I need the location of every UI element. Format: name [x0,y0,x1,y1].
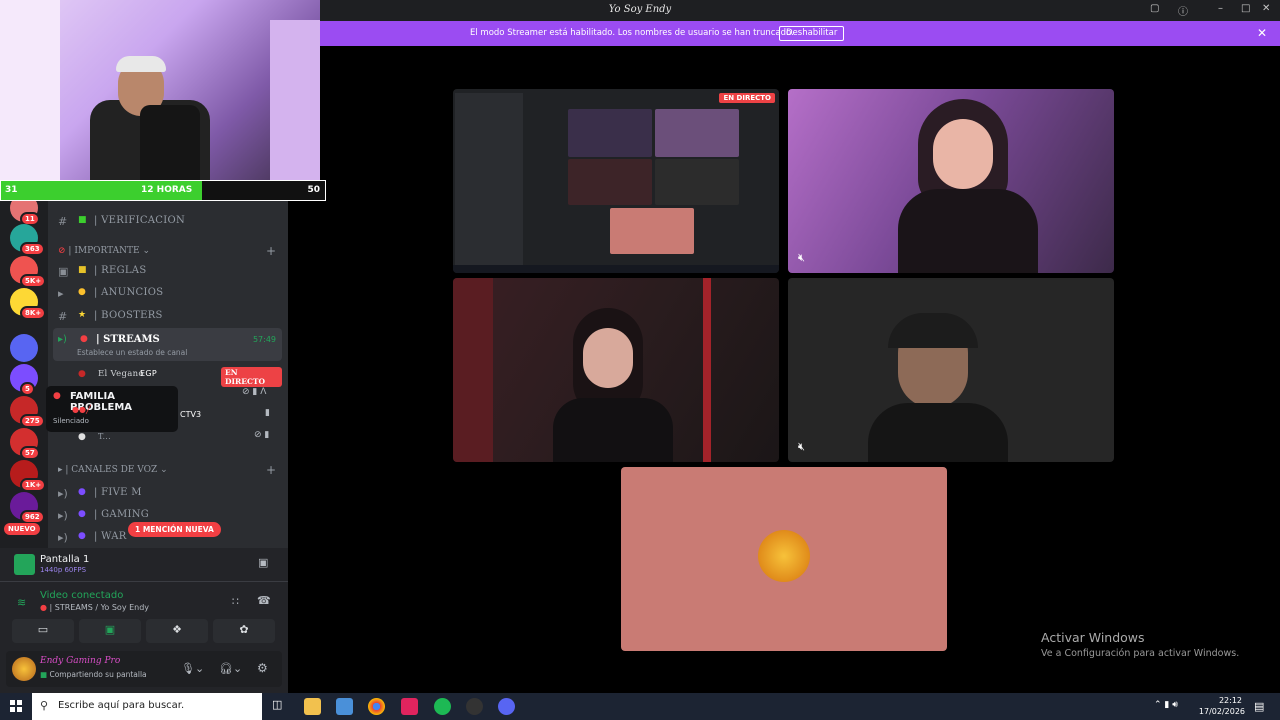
app-a-icon[interactable] [401,698,418,715]
screen-share-tile[interactable]: EN DIRECTO [453,89,779,273]
noise-suppression-icon[interactable]: ∷ [232,595,239,608]
search-icon: ⚲ [40,699,49,712]
camera-off-button[interactable]: ▭ [12,619,74,643]
mic-muted-icon: 🔇︎ [798,251,805,264]
mention-count-badge: 5 [20,382,35,396]
voice-user-1[interactable]: ● El Vegano EGP EN DIRECTO [78,366,282,387]
voice-user-2-tag: CTV3 [180,410,202,419]
user-status-icons: ⊘ ▮ Λ [242,387,267,397]
mention-count-badge: 1K+ [20,478,47,492]
camera-off-icon: ▭ [37,623,49,636]
voice-user-3[interactable]: ● T... [78,429,282,449]
new-mention-badge[interactable]: 1 MENCIÓN NUEVA [128,522,221,537]
mention-count-badge: 363 [20,242,45,256]
store-icon[interactable] [336,698,353,715]
close-button[interactable]: ✕ [1262,3,1270,14]
share-screen-icon: ▣ [104,623,116,636]
avatar [758,530,810,582]
windows-taskbar: ⚲ Escribe aquí para buscar. ◫ ⌃ ▮ 🔊︎ 22:… [0,693,1280,720]
task-view-icon[interactable]: ◫ [272,698,289,715]
obs-icon[interactable] [466,698,483,715]
live-badge: EN DIRECTO [719,93,775,103]
activities-button[interactable]: ❖ [146,619,208,643]
minimize-button[interactable]: – [1218,3,1223,14]
inbox-icon[interactable]: ▢ [1150,3,1159,14]
maximize-button[interactable]: □ [1241,3,1250,14]
streamer-webcam [0,0,320,180]
notifications-icon[interactable]: ▤ [1254,700,1264,713]
voice-channel: ● | STREAMS / Yo Soy Endy [40,603,150,612]
user-status: ■ Compartiendo su pantalla [40,670,147,679]
screen-avatar-tile[interactable] [621,467,947,651]
chrome-icon[interactable] [368,698,385,715]
add-channel-icon[interactable]: + [266,244,276,258]
channel-fivem[interactable]: ▸) ● | FIVE M [58,484,282,504]
soundboard-icon: ✿ [239,623,249,636]
share-screen-button[interactable]: ▣ [79,619,141,643]
channel-streams[interactable]: ▸) ● | STREAMS 57:49 Establece un estado… [53,328,282,361]
subathon-right-count: 50 [307,185,320,195]
video-stage: EN DIRECTO 🔇︎ 🔇︎ Activar Windows Ve a Co… [320,46,1280,693]
mic-muted-icon: 🔇︎ [798,440,805,453]
banner-message: El modo Streamer está habilitado. Los no… [470,28,794,38]
stop-sharing-icon[interactable]: ▣ [258,556,268,569]
soundboard-button[interactable]: ✿ [213,619,275,643]
disconnect-icon[interactable]: ☎ [257,594,271,607]
activities-icon: ❖ [172,623,182,636]
clock-time[interactable]: 22:12 [1204,696,1242,705]
disable-streamer-button[interactable]: Deshabilitar [779,26,845,41]
clock-date[interactable]: 17/02/2026 [1197,707,1245,716]
mention-count-badge: 5K+ [20,274,47,288]
taskbar-search[interactable]: ⚲ Escribe aquí para buscar. [32,693,262,720]
discord-icon[interactable] [498,698,515,715]
avatar[interactable] [12,657,36,681]
voice-status[interactable]: Video conectado [40,590,123,601]
category-importante[interactable]: ⊘ | IMPORTANTE ⌄ [58,246,150,256]
activate-windows-title: Activar Windows [1041,630,1145,645]
channel-verificacion[interactable]: # ■ | VERIFICACION [58,212,282,232]
channel-list: # ■ | VERIFICACION ⊘ | IMPORTANTE ⌄ + ▣ ■ | … [48,180,288,548]
channel-boosters[interactable]: # ★ | BOOSTERS [58,307,282,327]
settings-gear-icon[interactable]: ⚙ [257,661,268,675]
close-banner-icon[interactable]: ✕ [1257,26,1267,40]
camera-tile-1[interactable]: 🔇︎ [788,89,1114,273]
mention-count-badge: 8K+ [20,306,47,320]
activate-windows-subtitle: Ve a Configuración para activar Windows. [1041,648,1240,659]
new-badge[interactable]: NUEVO [4,523,40,535]
subathon-left-count: 31 [5,185,18,195]
screen-share-icon [14,554,35,575]
streamer-mode-banner: El modo Streamer está habilitado. Los no… [320,21,1280,46]
camera-tile-3[interactable]: 🔇︎ [788,278,1114,462]
screen-quality: 1440p 60FPS [40,566,87,574]
subathon-hours: 12 HORAS [141,185,193,195]
help-icon[interactable]: ⓘ [1178,3,1188,18]
server-icon[interactable] [10,334,38,362]
mention-count-badge: 962 [20,510,45,524]
file-explorer-icon[interactable] [304,698,321,715]
category-canales-voz[interactable]: ▸ | CANALES DE VOZ ⌄ [58,465,168,475]
mention-count-badge: 275 [20,414,45,428]
headphones-icon[interactable]: 🎧︎⌄ [219,662,242,675]
channel-reglas[interactable]: ▣ ■ | REGLAS [58,262,282,282]
add-channel-icon[interactable]: + [266,463,276,477]
mention-count-badge: 57 [20,446,40,460]
tray-icons[interactable]: ⌃ ▮ 🔊︎ [1154,700,1178,710]
user-name: Endy Gaming Pro [40,656,121,666]
subathon-progress-bar: 31 12 HORAS 50 [0,180,326,201]
live-badge: EN DIRECTO [221,367,282,387]
camera-tile-2[interactable] [453,278,779,462]
user-panel: Pantalla 1 1440p 60FPS ▣ ≋ Video conecta… [0,548,288,693]
screen-title: Pantalla 1 [40,554,90,565]
connection-icon[interactable]: ≋ [17,596,26,609]
channel-anuncios[interactable]: ▸ ● | ANUNCIOS [58,284,282,304]
microphone-icon[interactable]: 🎙︎⌄ [181,662,204,675]
user-status-icons: ⊘ ▮ [254,430,270,440]
spotify-icon[interactable] [434,698,451,715]
server-tooltip: ● FAMILIA PROBLEMA ●●╱ Silenciado [46,386,178,432]
video-icon: ▮ [265,408,270,418]
start-icon[interactable] [10,700,22,712]
